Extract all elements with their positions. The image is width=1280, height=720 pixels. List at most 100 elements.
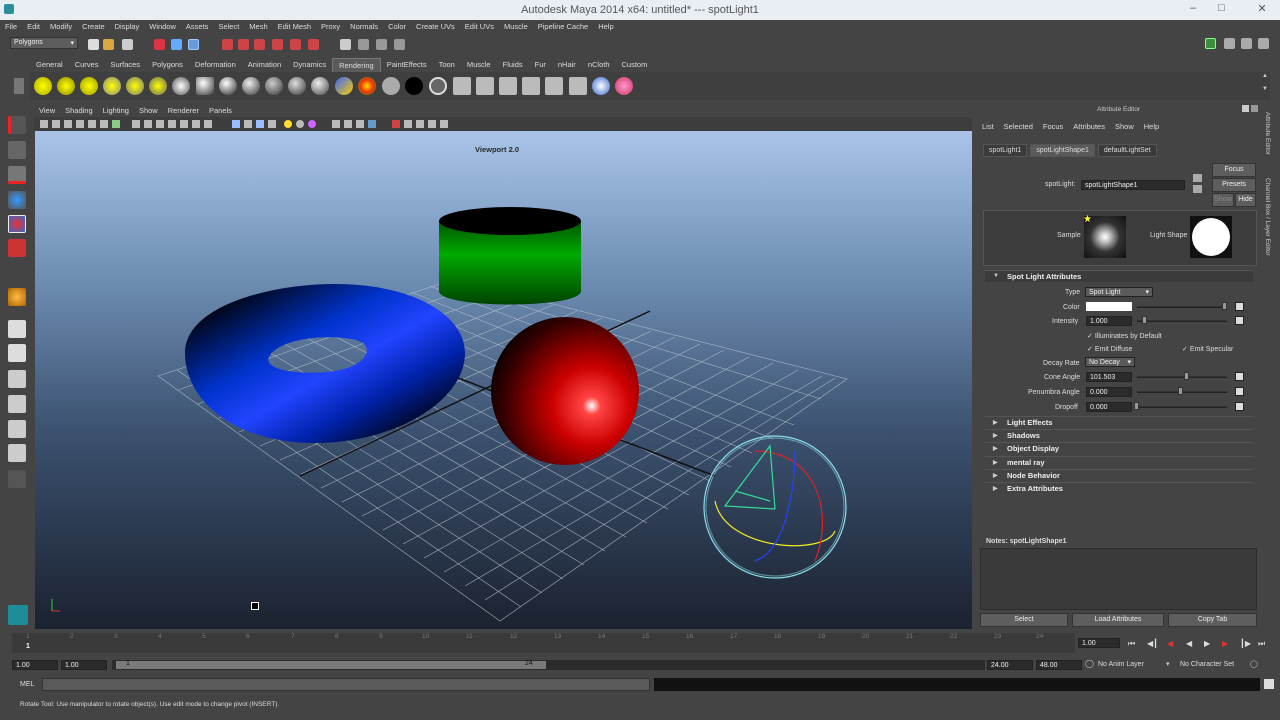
select-component-icon[interactable] xyxy=(188,39,199,50)
tab-spotlight1[interactable]: spotLight1 xyxy=(983,144,1028,157)
ambient-occlusion-icon[interactable] xyxy=(172,77,190,95)
intensity-map-button-icon[interactable] xyxy=(1235,316,1244,325)
color-slider[interactable] xyxy=(1137,306,1227,308)
ae-menu-list[interactable]: List xyxy=(977,120,999,133)
persp-outliner-layout-icon[interactable] xyxy=(8,370,26,388)
hide-button[interactable]: Hide xyxy=(1235,193,1256,207)
maximize-icon[interactable]: □ xyxy=(1218,2,1225,14)
show-tool-settings-icon[interactable] xyxy=(1224,38,1235,49)
new-scene-icon[interactable] xyxy=(88,39,99,50)
shelf-tab-fluids[interactable]: Fluids xyxy=(497,58,529,72)
section-spot-light-attributes[interactable]: Spot Light Attributes xyxy=(985,270,1253,282)
viewport-toolbar-icons[interactable] xyxy=(34,117,454,131)
shelf-scroll-up-icon[interactable]: ▲ xyxy=(1262,73,1270,83)
focus-button[interactable]: Focus xyxy=(1212,163,1256,177)
ae-menu-focus[interactable]: Focus xyxy=(1038,120,1068,133)
cone-angle-slider-knob[interactable] xyxy=(1184,372,1189,380)
menu-help[interactable]: Help xyxy=(593,20,618,35)
shelf-tab-muscle[interactable]: Muscle xyxy=(461,58,497,72)
rotate-tool-icon[interactable] xyxy=(8,215,26,233)
point-light-icon[interactable] xyxy=(80,77,98,95)
anim-layer-icon[interactable]: ◯ xyxy=(1085,659,1094,668)
go-to-output-icon[interactable] xyxy=(1193,185,1202,193)
batch-render-icon[interactable] xyxy=(545,77,563,95)
snap-curve-icon[interactable] xyxy=(238,39,249,50)
shelf-tab-polygons[interactable]: Polygons xyxy=(146,58,189,72)
select-object-icon[interactable] xyxy=(171,39,182,50)
viewport-menu-view[interactable]: View xyxy=(34,104,60,117)
go-to-start-icon[interactable]: ⏮ xyxy=(1128,639,1135,649)
anim-layer-chevron-icon[interactable]: ▾ xyxy=(1166,660,1170,668)
surface-shader-icon[interactable] xyxy=(382,77,400,95)
range-slider[interactable]: 1 24 xyxy=(112,660,985,670)
spot-light-icon[interactable] xyxy=(103,77,121,95)
minimize-icon[interactable]: – xyxy=(1190,2,1196,14)
start-time-field[interactable]: 1.00 xyxy=(12,660,58,670)
shelf-tab-deformation[interactable]: Deformation xyxy=(189,58,242,72)
shelf-tab-ncloth[interactable]: nCloth xyxy=(582,58,616,72)
section-extra-attributes[interactable]: Extra Attributes xyxy=(985,482,1253,494)
shelf-tab-dynamics[interactable]: Dynamics xyxy=(287,58,332,72)
step-back-icon[interactable]: ◀┃ xyxy=(1147,639,1158,648)
persp-graph-layout-icon[interactable] xyxy=(8,395,26,413)
render-current-frame-icon[interactable] xyxy=(476,77,494,95)
render-settings-shelf-icon[interactable] xyxy=(522,77,540,95)
ipr-render-shelf-icon[interactable] xyxy=(499,77,517,95)
cone-angle-map-button-icon[interactable] xyxy=(1235,372,1244,381)
dropoff-map-button-icon[interactable] xyxy=(1235,402,1244,411)
show-attribute-editor-icon[interactable] xyxy=(1205,38,1216,49)
menu-mesh[interactable]: Mesh xyxy=(244,20,272,35)
save-scene-icon[interactable] xyxy=(122,39,133,50)
single-view-layout-icon[interactable] xyxy=(8,320,26,338)
viewport-menu-show[interactable]: Show xyxy=(134,104,163,117)
command-input[interactable] xyxy=(42,678,650,691)
move-tool-icon[interactable] xyxy=(8,191,26,209)
show-channel-box-icon[interactable] xyxy=(1241,38,1252,49)
paint-brush-icon[interactable] xyxy=(615,77,633,95)
snap-plane-icon[interactable] xyxy=(272,39,283,50)
ambient-light-icon[interactable] xyxy=(34,77,52,95)
shading-map-icon[interactable] xyxy=(358,77,376,95)
dropoff-slider-knob[interactable] xyxy=(1134,402,1139,410)
ae-menu-attributes[interactable]: Attributes xyxy=(1068,120,1110,133)
menu-file[interactable]: File xyxy=(0,20,22,35)
menu-select[interactable]: Select xyxy=(213,20,244,35)
hypershade-icon[interactable] xyxy=(429,77,447,95)
snap-surface-icon[interactable] xyxy=(290,39,301,50)
step-forward-icon[interactable]: ┃▶ xyxy=(1240,639,1251,648)
blinn-material-icon[interactable] xyxy=(196,77,214,95)
select-tool-icon[interactable] xyxy=(8,116,26,134)
playback-start-field[interactable]: 1.00 xyxy=(61,660,107,670)
step-forward-key-icon[interactable]: ▶ xyxy=(1222,639,1228,648)
float-panel-icon[interactable] xyxy=(1242,105,1249,112)
directional-light-icon[interactable] xyxy=(57,77,75,95)
decay-rate-dropdown[interactable]: No Decay ▾ xyxy=(1085,357,1135,367)
tab-defaultlightset[interactable]: defaultLightSet xyxy=(1097,144,1157,157)
menu-color[interactable]: Color xyxy=(383,20,411,35)
emit-specular-checkbox[interactable]: ✓ Emit Specular xyxy=(1182,345,1233,353)
range-slider-handle[interactable] xyxy=(116,661,546,669)
node-name-field[interactable]: spotLightShape1 xyxy=(1081,180,1185,190)
menu-edit[interactable]: Edit xyxy=(22,20,45,35)
side-tab-attribute-editor[interactable]: Attribute Editor xyxy=(1264,112,1271,155)
cone-angle-field[interactable]: 101.503 xyxy=(1086,372,1132,382)
ae-menu-help[interactable]: Help xyxy=(1139,120,1164,133)
menu-edit-mesh[interactable]: Edit Mesh xyxy=(273,20,316,35)
ae-menu-selected[interactable]: Selected xyxy=(999,120,1038,133)
shelf-tab-surfaces[interactable]: Surfaces xyxy=(104,58,146,72)
hypershade-layout-icon[interactable] xyxy=(8,420,26,438)
menu-window[interactable]: Window xyxy=(144,20,181,35)
type-dropdown[interactable]: Spot Light ▾ xyxy=(1085,287,1153,297)
select-hierarchy-icon[interactable] xyxy=(154,39,165,50)
menu-display[interactable]: Display xyxy=(110,20,145,35)
maya-brand-icon[interactable] xyxy=(8,605,28,625)
color-swatch[interactable] xyxy=(1086,302,1132,311)
intensity-slider[interactable] xyxy=(1137,320,1227,322)
shelf-scroll-down-icon[interactable]: ▼ xyxy=(1262,86,1270,96)
menu-modify[interactable]: Modify xyxy=(45,20,77,35)
shelf-tab-fur[interactable]: Fur xyxy=(529,58,552,72)
character-set-chevron-icon[interactable]: ◯ xyxy=(1250,660,1258,668)
render-frame-icon[interactable] xyxy=(358,39,369,50)
shelf-tab-general[interactable]: General xyxy=(30,58,69,72)
shelf-tab-toon[interactable]: Toon xyxy=(433,58,461,72)
